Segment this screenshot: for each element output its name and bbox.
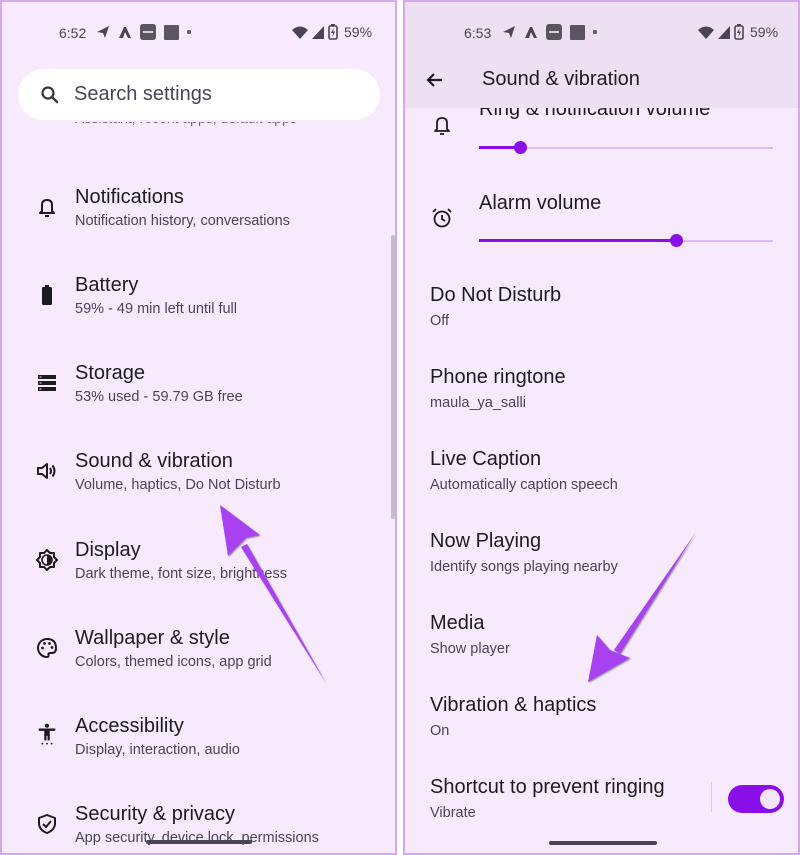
setting-phone-ringtone[interactable]: Phone ringtone maula_ya_salli: [405, 356, 798, 426]
battery-charging-icon: [734, 24, 744, 40]
item-subtitle: Vibrate: [430, 805, 476, 821]
item-title: Display: [75, 539, 141, 561]
item-title: Now Playing: [430, 530, 542, 552]
speaker-icon: [37, 463, 56, 479]
item-title: Storage: [75, 362, 146, 384]
brightness-icon: [36, 549, 58, 571]
item-subtitle: Show player: [430, 641, 510, 657]
item-subtitle: Off: [430, 313, 450, 329]
settings-item-security-privacy[interactable]: Security & privacy App security, device …: [2, 791, 395, 853]
status-bar: 6:52 59%: [2, 20, 395, 46]
prevent-ringing-toggle[interactable]: [728, 785, 784, 813]
settings-item-wallpaper-style[interactable]: Wallpaper & style Colors, themed icons, …: [2, 615, 395, 687]
battery-charging-icon: [328, 24, 338, 40]
sound-vibration-screen: 6:53 59% Sound & vibration Ring & notifi…: [403, 0, 800, 855]
item-subtitle: 53% used - 59.79 GB free: [75, 389, 243, 405]
wifi-icon: [698, 26, 714, 39]
item-subtitle: Identify songs playing nearby: [430, 559, 618, 575]
paytm-icon: [140, 24, 156, 40]
shield-check-icon: [38, 814, 56, 834]
bell-icon: [39, 199, 55, 217]
dot-icon: [187, 30, 191, 34]
signal-icon: [718, 25, 730, 39]
setting-now-playing[interactable]: Now Playing Identify songs playing nearb…: [405, 520, 798, 590]
gesture-nav-handle[interactable]: [549, 841, 657, 845]
settings-item-display[interactable]: Display Dark theme, font size, brightnes…: [2, 527, 395, 599]
clipped-item-subtitle: Assistant, recent apps, default apps: [75, 122, 297, 134]
status-bar: 6:53 59%: [405, 20, 798, 46]
signal-icon: [312, 25, 324, 39]
item-subtitle: Notification history, conversations: [75, 213, 290, 229]
settings-item-storage[interactable]: Storage 53% used - 59.79 GB free: [2, 350, 395, 422]
alarm-volume-row: Alarm volume: [405, 190, 798, 260]
slider-thumb[interactable]: [669, 234, 683, 247]
ring-volume-slider[interactable]: [479, 140, 773, 156]
slider-fill: [479, 239, 676, 242]
telegram-icon: [503, 26, 515, 38]
item-title: Live Caption: [430, 448, 542, 470]
setting-media[interactable]: Media Show player: [405, 602, 798, 672]
setting-vibration-haptics[interactable]: Vibration & haptics On: [405, 684, 798, 754]
square-app-icon: [164, 24, 179, 40]
item-title: Security & privacy: [75, 803, 236, 825]
item-subtitle: Dark theme, font size, brightness: [75, 566, 287, 582]
item-title: Media: [430, 612, 485, 634]
item-title: Do Not Disturb: [430, 284, 562, 306]
item-title: Battery: [75, 274, 139, 296]
scrollbar[interactable]: [391, 235, 395, 519]
status-time: 6:53: [464, 25, 492, 41]
divider: [711, 782, 712, 812]
paytm-icon: [546, 24, 562, 40]
page-title: Sound & vibration: [482, 68, 640, 90]
item-title: Accessibility: [75, 715, 184, 737]
search-icon: [41, 85, 59, 103]
settings-screen: 6:52 59% Assistant, recent apps, default…: [0, 0, 397, 855]
settings-item-battery[interactable]: Battery 59% - 49 min left until full: [2, 262, 395, 334]
app-a-icon: [525, 27, 537, 38]
arrow-left-icon[interactable]: [425, 70, 445, 90]
dot-icon: [593, 30, 597, 34]
search-bar[interactable]: [18, 69, 380, 120]
setting-do-not-disturb[interactable]: Do Not Disturb Off: [405, 274, 798, 344]
wifi-icon: [292, 26, 308, 39]
battery-icon: [42, 285, 52, 305]
item-title: Wallpaper & style: [75, 627, 230, 649]
item-title: Phone ringtone: [430, 366, 566, 388]
alarm-icon: [432, 208, 452, 228]
bell-icon: [434, 117, 450, 135]
item-title: Sound & vibration: [75, 450, 233, 472]
item-title: Vibration & haptics: [430, 694, 597, 716]
square-app-icon: [570, 24, 585, 40]
status-time: 6:52: [59, 25, 87, 41]
settings-item-sound-vibration[interactable]: Sound & vibration Volume, haptics, Do No…: [2, 438, 395, 510]
app-a-icon: [119, 27, 131, 38]
item-subtitle: Automatically caption speech: [430, 477, 618, 493]
settings-item-notifications[interactable]: Notifications Notification history, conv…: [2, 174, 395, 246]
alarm-volume-slider[interactable]: [479, 233, 773, 249]
item-subtitle: Colors, themed icons, app grid: [75, 654, 272, 670]
item-subtitle: Display, interaction, audio: [75, 742, 240, 758]
telegram-icon: [97, 26, 109, 38]
item-subtitle: On: [430, 723, 450, 739]
volume-title: Alarm volume: [479, 192, 602, 214]
palette-icon: [37, 638, 57, 658]
item-title: Notifications: [75, 186, 184, 208]
accessibility-icon: [38, 723, 56, 745]
gesture-nav-handle[interactable]: [146, 840, 252, 844]
item-subtitle: 59% - 49 min left until full: [75, 301, 237, 317]
battery-percent: 59%: [750, 24, 779, 40]
ring-volume-row: Ring & notification volume: [405, 98, 798, 168]
item-subtitle: maula_ya_salli: [430, 395, 526, 411]
settings-item-accessibility[interactable]: Accessibility Display, interaction, audi…: [2, 703, 395, 775]
app-bar: 6:53 59% Sound & vibration: [405, 2, 798, 108]
setting-live-caption[interactable]: Live Caption Automatically caption speec…: [405, 438, 798, 508]
toggle-knob: [760, 789, 780, 809]
battery-percent: 59%: [344, 24, 373, 40]
item-subtitle: Volume, haptics, Do Not Disturb: [75, 477, 281, 493]
search-input[interactable]: [74, 83, 354, 106]
storage-icon: [38, 375, 56, 391]
slider-thumb[interactable]: [514, 141, 528, 154]
item-title: Shortcut to prevent ringing: [430, 776, 665, 798]
